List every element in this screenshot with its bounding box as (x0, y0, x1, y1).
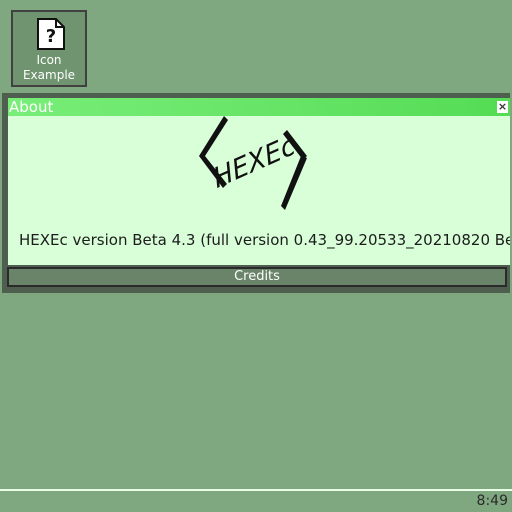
svg-text:?: ? (46, 26, 56, 47)
about-window-title: About (9, 98, 54, 116)
desktop-icon-label-line1: Icon (36, 53, 62, 67)
logo-text: HEXEc (210, 129, 299, 195)
credits-button[interactable]: Credits (7, 267, 507, 287)
desktop-icon-label: Icon Example (13, 53, 85, 83)
taskbar: 8:49 (0, 489, 512, 512)
desktop-icon-label-line2: Example (22, 68, 76, 82)
desktop: ? Icon Example About × HEXEc HEXEc versi… (0, 0, 512, 512)
about-window-titlebar[interactable]: About × (8, 98, 510, 116)
desktop-icon-example[interactable]: ? Icon Example (11, 10, 87, 87)
close-icon: × (497, 100, 508, 113)
about-window: About × HEXEc HEXEc version Beta 4.3 (fu… (2, 93, 510, 293)
version-text: HEXEc version Beta 4.3 (full version 0.4… (19, 231, 510, 249)
taskbar-clock[interactable]: 8:49 (477, 492, 508, 510)
about-window-content: HEXEc HEXEc version Beta 4.3 (full versi… (8, 116, 510, 265)
question-document-icon: ? (37, 18, 65, 50)
hexec-logo: HEXEc (199, 116, 307, 210)
close-button[interactable]: × (497, 101, 508, 113)
